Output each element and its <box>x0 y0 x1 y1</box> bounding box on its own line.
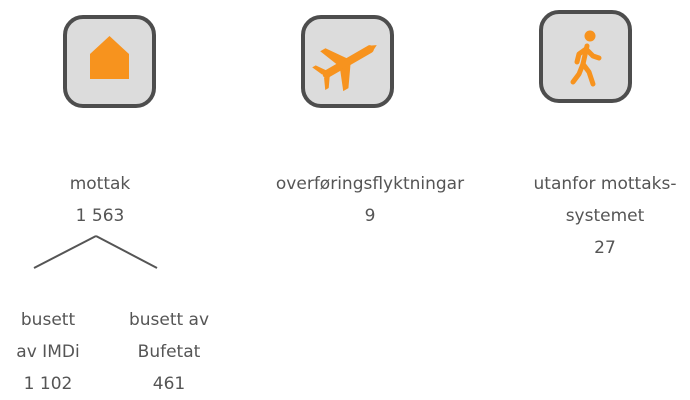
busett-imdi-value: 1 102 <box>23 374 73 394</box>
busett-bufetat-value: 461 <box>152 374 186 394</box>
branch-line-right <box>95 235 158 269</box>
busett-bufetat-node: busett av Bufetat 461 <box>112 304 226 400</box>
overforing-node: overføringsflyktningar 9 <box>255 168 485 232</box>
branch-line-left <box>33 235 97 269</box>
utanfor-node: utanfor mottaks- systemet 27 <box>505 168 690 264</box>
mottak-node: mottak 1 563 <box>20 168 180 232</box>
busett-imdi-node: busett av IMDi 1 102 <box>0 304 96 400</box>
busett-imdi-label-line1: busett <box>20 310 76 330</box>
overforing-label: overføringsflyktningar <box>275 174 465 194</box>
mottak-label: mottak <box>69 174 131 194</box>
busett-bufetat-label-line1: busett av <box>128 310 210 330</box>
overforing-value: 9 <box>364 206 376 226</box>
busett-bufetat-label-line2: Bufetat <box>137 342 201 362</box>
busett-imdi-label-line2: av IMDi <box>16 342 80 362</box>
mottak-value: 1 563 <box>75 206 125 226</box>
utanfor-value: 27 <box>594 238 616 258</box>
utanfor-label-line1: utanfor mottaks- <box>533 174 677 194</box>
utanfor-label-line2: systemet <box>565 206 645 226</box>
